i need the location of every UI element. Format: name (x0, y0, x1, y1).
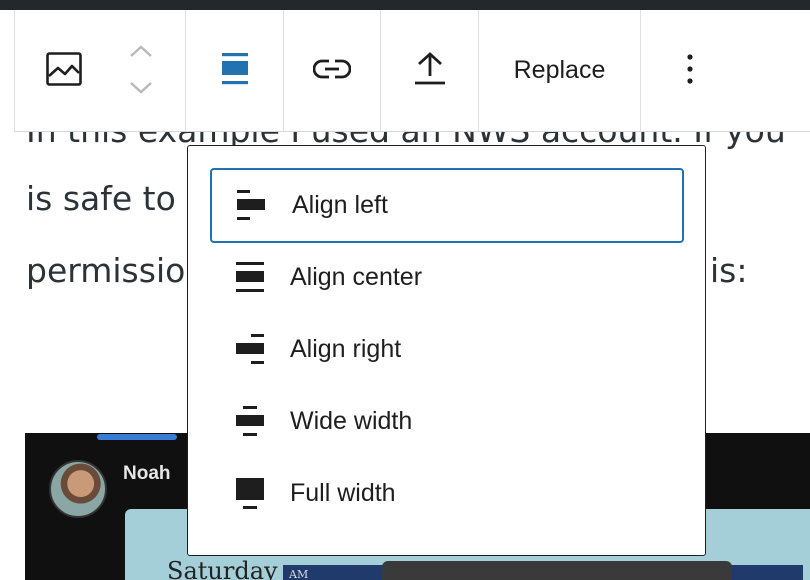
align-group (186, 10, 284, 131)
menu-item-label: Full width (290, 479, 396, 507)
align-full-icon (210, 477, 290, 510)
block-type-button[interactable] (15, 10, 113, 131)
chevron-down-icon[interactable] (129, 80, 153, 99)
align-right-icon (210, 333, 290, 366)
menu-item-wide-width[interactable]: Wide width (210, 384, 684, 459)
dark-overlay-tooltip (382, 561, 732, 580)
link-button[interactable] (312, 10, 352, 131)
link-icon (312, 58, 352, 84)
replace-group: Replace (479, 10, 641, 131)
block-toolbar: Replace (14, 10, 810, 132)
poster-name: Noah (123, 463, 171, 484)
upload-button[interactable] (413, 10, 447, 131)
upload-group (381, 10, 479, 131)
menu-item-label: Wide width (290, 407, 413, 435)
menu-item-label: Align left (292, 191, 388, 219)
menu-item-label: Align right (290, 335, 402, 363)
align-wide-icon (210, 405, 290, 438)
align-left-icon (212, 189, 292, 222)
block-type-group (15, 10, 186, 131)
am-label: AM (289, 568, 309, 580)
upload-icon (413, 51, 447, 90)
paragraph-line-2-start: is safe to (26, 179, 176, 218)
link-group (284, 10, 381, 131)
menu-item-align-right[interactable]: Align right (210, 312, 684, 387)
replace-label: Replace (513, 56, 606, 84)
more-options-button[interactable] (686, 10, 694, 131)
image-icon (46, 51, 82, 90)
chevron-up-icon[interactable] (129, 43, 153, 62)
avatar (49, 460, 107, 518)
align-center-icon (210, 261, 290, 294)
paragraph-line-3-end: is: (710, 251, 748, 290)
options-group (641, 10, 739, 131)
more-vertical-icon (686, 53, 694, 88)
day-label: Saturday (167, 557, 278, 580)
align-center-icon (220, 52, 250, 89)
menu-item-align-center[interactable]: Align center (210, 240, 684, 315)
align-button[interactable] (220, 10, 250, 131)
image-resize-handle[interactable] (97, 434, 177, 440)
block-mover (113, 43, 169, 99)
align-dropdown-menu: Align left Align center Align right Wide… (187, 145, 706, 556)
menu-item-align-left[interactable]: Align left (210, 168, 684, 243)
replace-button[interactable]: Replace (514, 10, 606, 131)
menu-item-label: Align center (290, 263, 423, 291)
paragraph-line-3-start: permissio (26, 251, 186, 290)
top-admin-bar (0, 0, 810, 10)
menu-item-full-width[interactable]: Full width (210, 456, 684, 531)
